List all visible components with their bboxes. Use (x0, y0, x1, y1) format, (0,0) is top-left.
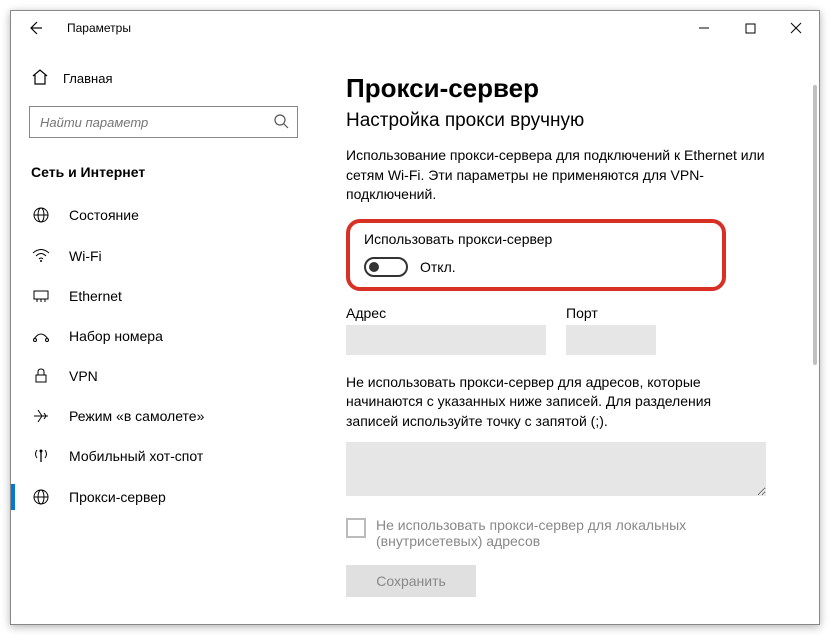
exceptions-input[interactable] (346, 442, 766, 496)
main-panel: Прокси-сервер Настройка прокси вручную И… (316, 45, 819, 624)
sidebar-item-label: Состояние (69, 207, 139, 223)
home-icon (31, 69, 49, 88)
settings-window: Параметры Главная (10, 10, 820, 625)
section-subtitle: Настройка прокси вручную (346, 110, 799, 132)
sidebar-item-label: Прокси-сервер (69, 489, 166, 505)
sidebar-item-proxy[interactable]: Прокси-сервер (11, 476, 316, 518)
sidebar-item-ethernet[interactable]: Ethernet (11, 276, 316, 316)
page-title: Прокси-сервер (346, 73, 799, 104)
address-input[interactable] (346, 325, 546, 355)
globe-icon (31, 488, 51, 506)
sidebar-item-airplane[interactable]: Режим «в самолете» (11, 396, 316, 436)
sidebar-item-label: Режим «в самолете» (69, 408, 204, 424)
search-icon (273, 113, 289, 132)
sidebar-item-hotspot[interactable]: Мобильный хот-спот (11, 436, 316, 476)
maximize-button[interactable] (727, 13, 773, 43)
search-input-container[interactable] (29, 106, 298, 138)
proxy-toggle-row: Откл. (364, 257, 708, 277)
wifi-icon (31, 249, 51, 263)
exceptions-description: Не использовать прокси-сервер для адресо… (346, 373, 766, 432)
port-field: Порт (566, 305, 656, 355)
address-port-row: Адрес Порт (346, 305, 799, 355)
section-header: Сеть и Интернет (11, 158, 316, 194)
arrow-left-icon (27, 20, 43, 36)
sidebar-item-label: Ethernet (69, 288, 122, 304)
address-field: Адрес (346, 305, 546, 355)
vpn-icon (31, 368, 51, 384)
section-description: Использование прокси-сервера для подключ… (346, 146, 766, 205)
toggle-knob (369, 262, 379, 272)
proxy-toggle[interactable] (364, 257, 408, 277)
scrollbar[interactable] (813, 85, 817, 365)
port-label: Порт (566, 305, 656, 321)
sidebar-item-label: VPN (69, 368, 98, 384)
maximize-icon (745, 23, 756, 34)
close-button[interactable] (773, 13, 819, 43)
globe-icon (31, 206, 51, 224)
address-label: Адрес (346, 305, 546, 321)
window-title: Параметры (67, 21, 131, 35)
sidebar: Главная Сеть и Интернет Состояние Wi (11, 45, 316, 624)
sidebar-item-label: Мобильный хот-спот (69, 448, 203, 464)
sidebar-item-label: Набор номера (69, 328, 163, 344)
window-body: Главная Сеть и Интернет Состояние Wi (11, 45, 819, 624)
save-button[interactable]: Сохранить (346, 565, 476, 597)
sidebar-item-vpn[interactable]: VPN (11, 356, 316, 396)
local-addresses-row[interactable]: Не использовать прокси-сервер для локаль… (346, 517, 766, 549)
sidebar-item-wifi[interactable]: Wi-Fi (11, 236, 316, 276)
ethernet-icon (31, 289, 51, 303)
search-input[interactable] (38, 114, 273, 131)
hotspot-icon (31, 448, 51, 464)
home-link[interactable]: Главная (11, 63, 316, 98)
back-button[interactable] (21, 14, 49, 42)
titlebar: Параметры (11, 11, 819, 45)
proxy-toggle-label: Использовать прокси-сервер (364, 231, 708, 247)
local-addresses-checkbox[interactable] (346, 518, 366, 538)
minimize-icon (698, 22, 710, 34)
port-input[interactable] (566, 325, 656, 355)
dialup-icon (31, 329, 51, 343)
airplane-icon (31, 408, 51, 424)
sidebar-item-dialup[interactable]: Набор номера (11, 316, 316, 356)
window-controls (681, 13, 819, 43)
sidebar-item-label: Wi-Fi (69, 248, 102, 264)
highlight-annotation: Использовать прокси-сервер Откл. (346, 219, 726, 291)
close-icon (790, 22, 802, 34)
local-addresses-label: Не использовать прокси-сервер для локаль… (376, 517, 766, 549)
proxy-toggle-state: Откл. (420, 259, 456, 275)
home-label: Главная (63, 71, 112, 86)
minimize-button[interactable] (681, 13, 727, 43)
sidebar-item-status[interactable]: Состояние (11, 194, 316, 236)
